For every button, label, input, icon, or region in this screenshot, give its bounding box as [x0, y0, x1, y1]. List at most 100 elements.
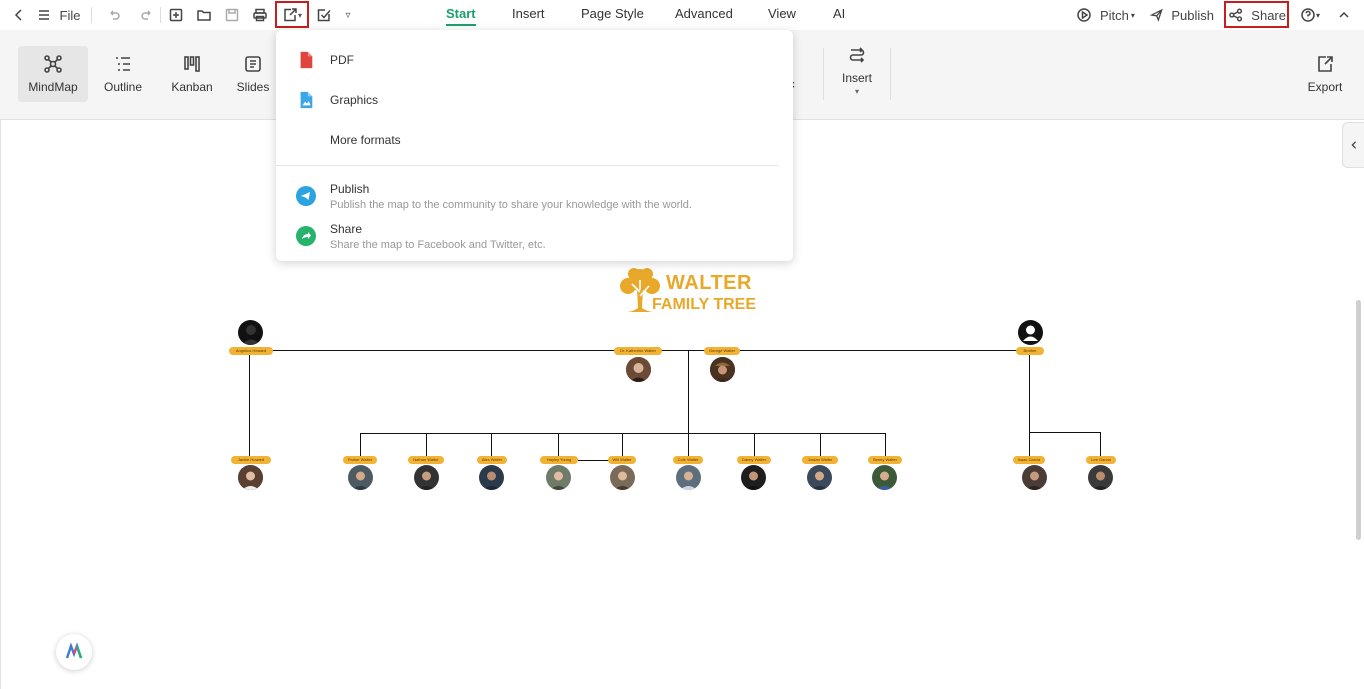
- collapse-ribbon-icon[interactable]: [1336, 4, 1352, 26]
- save-icon[interactable]: [223, 4, 241, 26]
- share-menu-label: Share: [330, 222, 546, 236]
- share-description: Share the map to Facebook and Twitter, e…: [330, 239, 546, 251]
- ai-assistant-button[interactable]: [56, 634, 92, 670]
- slides-label: Slides: [237, 80, 270, 94]
- menu-item-pdf[interactable]: PDF: [296, 45, 776, 75]
- person-chip[interactable]: Dr. Katherine Walter: [614, 347, 662, 355]
- vertical-scrollbar[interactable]: [1356, 300, 1361, 540]
- avatar: [238, 320, 263, 345]
- mindmap-label: MindMap: [28, 80, 77, 94]
- more-dropdown-icon[interactable]: ▿: [341, 4, 355, 26]
- person-chip[interactable]: Nathan Walter: [408, 456, 444, 464]
- new-file-icon[interactable]: [167, 4, 185, 26]
- publish-description: Publish the map to the community to shar…: [330, 199, 692, 211]
- pdf-label: PDF: [330, 53, 354, 67]
- redo-icon[interactable]: [138, 4, 156, 26]
- tree-title-line1: WALTER: [666, 272, 752, 295]
- person-chip[interactable]: Danny Walter: [737, 456, 771, 464]
- help-icon[interactable]: ▾: [1297, 4, 1323, 26]
- avatar: [1022, 465, 1047, 490]
- print-icon[interactable]: [250, 4, 270, 26]
- file-menu[interactable]: File: [58, 4, 82, 26]
- menu-item-share[interactable]: Share Share the map to Facebook and Twit…: [296, 218, 776, 254]
- export-button[interactable]: Export: [1290, 46, 1360, 102]
- play-circle-icon: [1076, 7, 1092, 23]
- person-chip[interactable]: Hayley Young: [540, 456, 578, 464]
- person-chip[interactable]: Isaac Garcia: [1013, 456, 1045, 464]
- share-highlight: [1224, 1, 1289, 28]
- connector-line: [558, 433, 559, 456]
- person-chip[interactable]: Benny Walter: [868, 456, 902, 464]
- top-toolbar: File ▾ ▿ Start Insert Page Style Advance…: [0, 0, 1364, 30]
- avatar: [1088, 465, 1113, 490]
- export-dropdown-menu: PDF Graphics More formats Publish Publis…: [276, 30, 793, 261]
- connector-line: [491, 433, 492, 456]
- person-chip[interactable]: Alex Walter: [477, 456, 507, 464]
- connector-line: [426, 433, 427, 456]
- avatar: [741, 465, 766, 490]
- person-chip[interactable]: Angelica Howard: [229, 347, 273, 355]
- open-folder-icon[interactable]: [195, 4, 213, 26]
- connector-line: [688, 350, 689, 433]
- connector-line: [360, 433, 361, 456]
- pitch-label: Pitch: [1100, 8, 1129, 23]
- avatar: [238, 465, 263, 490]
- connector-line: [688, 433, 689, 456]
- ribbon-separator: [890, 48, 891, 100]
- publish-label: Publish: [1171, 8, 1214, 23]
- menu-item-publish[interactable]: Publish Publish the map to the community…: [296, 178, 776, 214]
- slides-view-button[interactable]: Slides: [227, 46, 279, 102]
- person-chip[interactable]: Lee Garcia: [1086, 456, 1116, 464]
- publish-button[interactable]: Publish: [1150, 4, 1214, 26]
- kanban-label: Kanban: [171, 80, 212, 94]
- person-chip[interactable]: Brother: [1016, 347, 1044, 355]
- relationship-arrow-icon: [847, 45, 867, 65]
- connector-line: [249, 354, 250, 456]
- person-chip[interactable]: Parker Walter: [343, 456, 377, 464]
- menu-item-graphics[interactable]: Graphics: [296, 85, 776, 115]
- tab-view[interactable]: View: [768, 6, 796, 21]
- menu-divider: [276, 165, 778, 166]
- person-chip[interactable]: George Walter: [704, 347, 740, 355]
- person-chip[interactable]: Jackie Howard: [231, 456, 271, 464]
- pdf-icon: [296, 50, 316, 70]
- divider: [160, 7, 161, 23]
- tab-start[interactable]: Start: [446, 6, 476, 21]
- kanban-icon: [182, 54, 202, 74]
- paper-plane-icon: [1150, 7, 1163, 23]
- image-file-icon: [296, 90, 316, 110]
- tab-insert[interactable]: Insert: [512, 6, 545, 21]
- avatar: [546, 465, 571, 490]
- mindmap-view-button[interactable]: MindMap: [18, 46, 88, 102]
- person-chip[interactable]: Jordan Walter: [802, 456, 838, 464]
- chevron-left-icon: [1349, 138, 1359, 152]
- pitch-button[interactable]: Pitch ▾: [1076, 4, 1136, 26]
- share-arrow-icon: [296, 226, 316, 246]
- avatar: [414, 465, 439, 490]
- export-label: Export: [1308, 80, 1343, 94]
- side-panel-toggle[interactable]: [1342, 122, 1364, 168]
- telegram-icon: [296, 186, 316, 206]
- person-chip[interactable]: Will Walter: [608, 456, 636, 464]
- tab-ai[interactable]: AI: [833, 6, 845, 21]
- outline-view-button[interactable]: Outline: [88, 46, 158, 102]
- person-chip[interactable]: Cole Walter: [673, 456, 703, 464]
- back-icon[interactable]: [10, 4, 28, 26]
- insert-label: Insert: [842, 71, 872, 85]
- menu-icon[interactable]: [36, 4, 52, 26]
- tab-advanced[interactable]: Advanced: [675, 6, 733, 21]
- connector-line: [885, 433, 886, 456]
- kanban-view-button[interactable]: Kanban: [157, 46, 227, 102]
- tree-title-line2: FAMILY TREE: [652, 296, 756, 314]
- insert-relationship-button[interactable]: Insert ▾: [822, 42, 892, 98]
- connector-line: [820, 433, 821, 456]
- avatar: [348, 465, 373, 490]
- menu-item-more-formats[interactable]: More formats: [296, 125, 776, 155]
- undo-icon[interactable]: [100, 4, 128, 26]
- canvas-border: [0, 120, 1, 689]
- connector-line: [1029, 354, 1030, 456]
- connector-line: [754, 433, 755, 456]
- avatar: [610, 465, 635, 490]
- tab-page-style[interactable]: Page Style: [581, 6, 644, 21]
- checklist-icon[interactable]: [315, 4, 333, 26]
